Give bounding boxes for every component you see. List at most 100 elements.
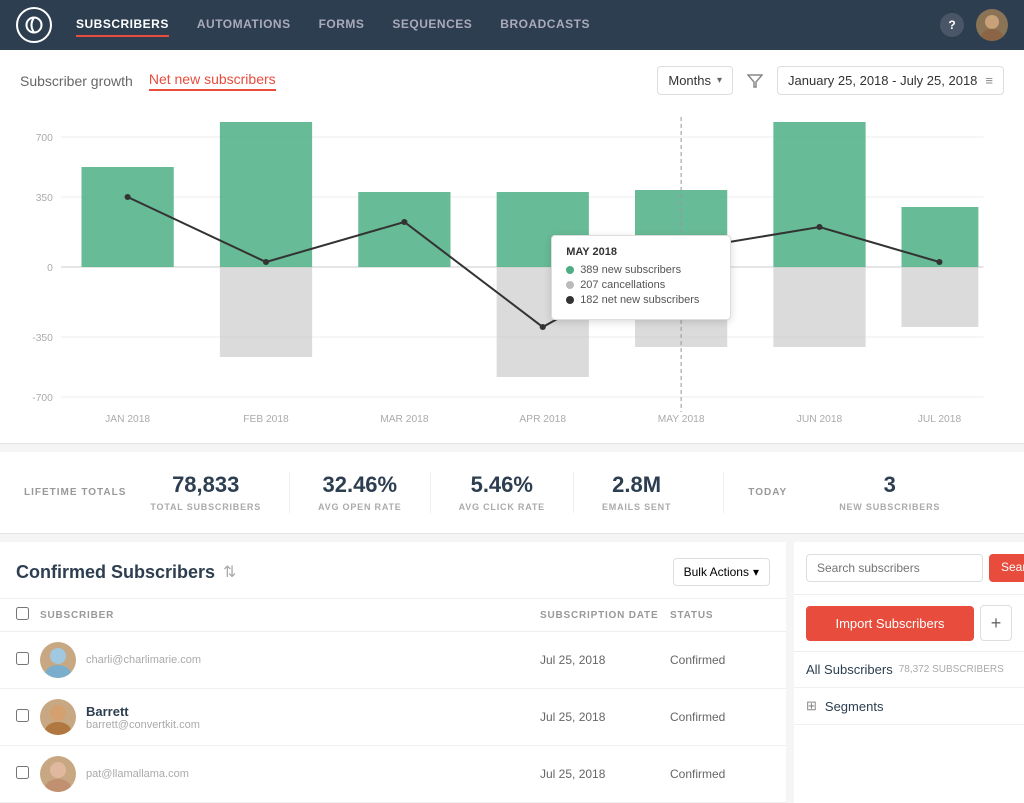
- chart-controls: Months ▾ January 25, 2018 - July 25, 201…: [657, 66, 1004, 95]
- segments-icon: ⊞: [806, 698, 817, 714]
- stat-divider: [723, 472, 724, 513]
- row-info-3: pat@llamallama.com: [86, 768, 540, 780]
- row-check-3[interactable]: [16, 766, 40, 782]
- chart-area: 700 350 0 -350 -700: [20, 107, 1004, 427]
- chart-subtitle: Net new subscribers: [149, 71, 276, 91]
- svg-text:MAR 2018: MAR 2018: [380, 414, 429, 425]
- col-header-subscriber: SUBSCRIBER: [40, 610, 540, 621]
- stat-value-emails: 2.8M: [602, 472, 671, 498]
- period-selector[interactable]: Months ▾: [657, 66, 733, 95]
- avatar-1: [40, 642, 76, 678]
- row-checkbox-2[interactable]: [16, 709, 29, 722]
- all-subscribers-label: All Subscribers: [806, 662, 893, 677]
- table-header: Confirmed Subscribers ⇅ Bulk Actions ▾: [0, 542, 786, 599]
- stat-value-subscribers: 78,833: [150, 472, 261, 498]
- stat-value-click: 5.46%: [459, 472, 545, 498]
- stats-section: LIFETIME TOTALS 78,833 TOTAL SUBSCRIBERS…: [0, 452, 1024, 534]
- table-title: Confirmed Subscribers: [16, 562, 215, 583]
- chart-header: Subscriber growth Net new subscribers Mo…: [20, 66, 1004, 95]
- row-status-3: Confirmed: [670, 767, 770, 781]
- nav-link-subscribers[interactable]: SUBSCRIBERS: [76, 13, 169, 37]
- svg-text:APR 2018: APR 2018: [519, 414, 566, 425]
- tooltip-dot-green: [566, 266, 574, 274]
- svg-text:FEB 2018: FEB 2018: [243, 414, 289, 425]
- sidebar-item-all-subscribers[interactable]: All Subscribers 78,372 SUBSCRIBERS: [794, 652, 1024, 688]
- stat-open-rate: 32.46% AVG OPEN RATE: [290, 472, 431, 513]
- stat-sublabel-open: AVG OPEN RATE: [318, 502, 402, 512]
- subscribers-table-panel: Confirmed Subscribers ⇅ Bulk Actions ▾ S…: [0, 542, 786, 803]
- today-label: TODAY: [748, 487, 787, 498]
- row-status-1: Confirmed: [670, 653, 770, 667]
- stat-value-open: 32.46%: [318, 472, 402, 498]
- filter-icon[interactable]: [741, 67, 769, 95]
- table-row: Barrett barrett@convertkit.com Jul 25, 2…: [0, 689, 786, 746]
- navigation: SUBSCRIBERS AUTOMATIONS FORMS SEQUENCES …: [0, 0, 1024, 50]
- bulk-actions-button[interactable]: Bulk Actions ▾: [673, 558, 770, 586]
- svg-text:JAN 2018: JAN 2018: [105, 414, 150, 425]
- nav-link-forms[interactable]: FORMS: [319, 13, 365, 37]
- stat-click-rate: 5.46% AVG CLICK RATE: [431, 472, 574, 513]
- app-logo: [16, 7, 52, 43]
- stat-sublabel-emails: EMAILS SENT: [602, 502, 671, 512]
- svg-text:JUL 2018: JUL 2018: [918, 414, 962, 425]
- user-avatar[interactable]: [976, 9, 1008, 41]
- svg-text:350: 350: [36, 193, 53, 204]
- chevron-down-icon: ▾: [717, 75, 722, 86]
- chart-tooltip: MAY 2018 389 new subscribers 207 cancell…: [551, 235, 731, 320]
- svg-text:0: 0: [47, 263, 53, 274]
- avatar-3: [40, 756, 76, 792]
- sidebar-panel: Search Import Subscribers + All Subscrib…: [794, 542, 1024, 803]
- row-date-1: Jul 25, 2018: [540, 653, 670, 667]
- nav-link-automations[interactable]: AUTOMATIONS: [197, 13, 291, 37]
- help-button[interactable]: ?: [940, 13, 964, 37]
- sidebar-search-area: Search: [794, 542, 1024, 595]
- svg-text:-700: -700: [32, 393, 53, 404]
- row-checkbox-3[interactable]: [16, 766, 29, 779]
- row-info-1: charli@charlimarie.com: [86, 654, 540, 666]
- table-row: pat@llamallama.com Jul 25, 2018 Confirme…: [0, 746, 786, 803]
- row-check-2[interactable]: [16, 709, 40, 725]
- row-email-3: pat@llamallama.com: [86, 768, 540, 780]
- stat-sublabel-click: AVG CLICK RATE: [459, 502, 545, 512]
- svg-text:-350: -350: [32, 333, 53, 344]
- row-check-1[interactable]: [16, 652, 40, 668]
- stat-today: 3 NEW SUBSCRIBERS: [811, 472, 968, 513]
- stat-sublabel-today: NEW SUBSCRIBERS: [839, 502, 940, 512]
- import-subscribers-button[interactable]: Import Subscribers: [806, 606, 974, 641]
- svg-text:MAY 2018: MAY 2018: [658, 414, 705, 425]
- tooltip-dot-gray: [566, 281, 574, 289]
- date-range-picker[interactable]: January 25, 2018 - July 25, 2018 ≡: [777, 66, 1004, 95]
- add-subscriber-button[interactable]: +: [980, 605, 1012, 641]
- chart-section: Subscriber growth Net new subscribers Mo…: [0, 50, 1024, 444]
- nav-link-sequences[interactable]: SEQUENCES: [392, 13, 472, 37]
- import-btn-row: Import Subscribers +: [794, 595, 1024, 652]
- search-input[interactable]: [806, 554, 983, 582]
- select-all-check[interactable]: [16, 607, 40, 623]
- stat-total-subscribers: 78,833 TOTAL SUBSCRIBERS: [150, 472, 290, 513]
- select-all-checkbox[interactable]: [16, 607, 29, 620]
- nav-right: ?: [940, 9, 1008, 41]
- sort-icon[interactable]: ⇅: [223, 562, 236, 582]
- bulk-actions: Bulk Actions ▾: [673, 558, 770, 586]
- tooltip-dot-black: [566, 296, 574, 304]
- svg-text:700: 700: [36, 133, 53, 144]
- row-checkbox-1[interactable]: [16, 652, 29, 665]
- lifetime-label: LIFETIME TOTALS: [24, 487, 126, 498]
- bottom-section: Confirmed Subscribers ⇅ Bulk Actions ▾ S…: [0, 542, 1024, 803]
- table-row: charli@charlimarie.com Jul 25, 2018 Conf…: [0, 632, 786, 689]
- segments-label: Segments: [825, 699, 884, 714]
- row-info-2: Barrett barrett@convertkit.com: [86, 704, 540, 731]
- tooltip-row-3: 182 net new subscribers: [566, 294, 716, 306]
- nav-link-broadcasts[interactable]: BROADCASTS: [500, 13, 590, 37]
- stat-emails-sent: 2.8M EMAILS SENT: [574, 472, 699, 513]
- sidebar-item-segments[interactable]: ⊞ Segments: [794, 688, 1024, 725]
- tooltip-row-2: 207 cancellations: [566, 279, 716, 291]
- row-date-3: Jul 25, 2018: [540, 767, 670, 781]
- chevron-down-icon: ▾: [753, 565, 759, 579]
- row-email-1: charli@charlimarie.com: [86, 654, 540, 666]
- col-header-date: SUBSCRIPTION DATE: [540, 610, 670, 621]
- stat-value-today: 3: [839, 472, 940, 498]
- all-subscribers-count: 78,372 SUBSCRIBERS: [899, 664, 1004, 675]
- search-button[interactable]: Search: [989, 554, 1024, 582]
- chart-svg: 700 350 0 -350 -700: [20, 107, 1004, 427]
